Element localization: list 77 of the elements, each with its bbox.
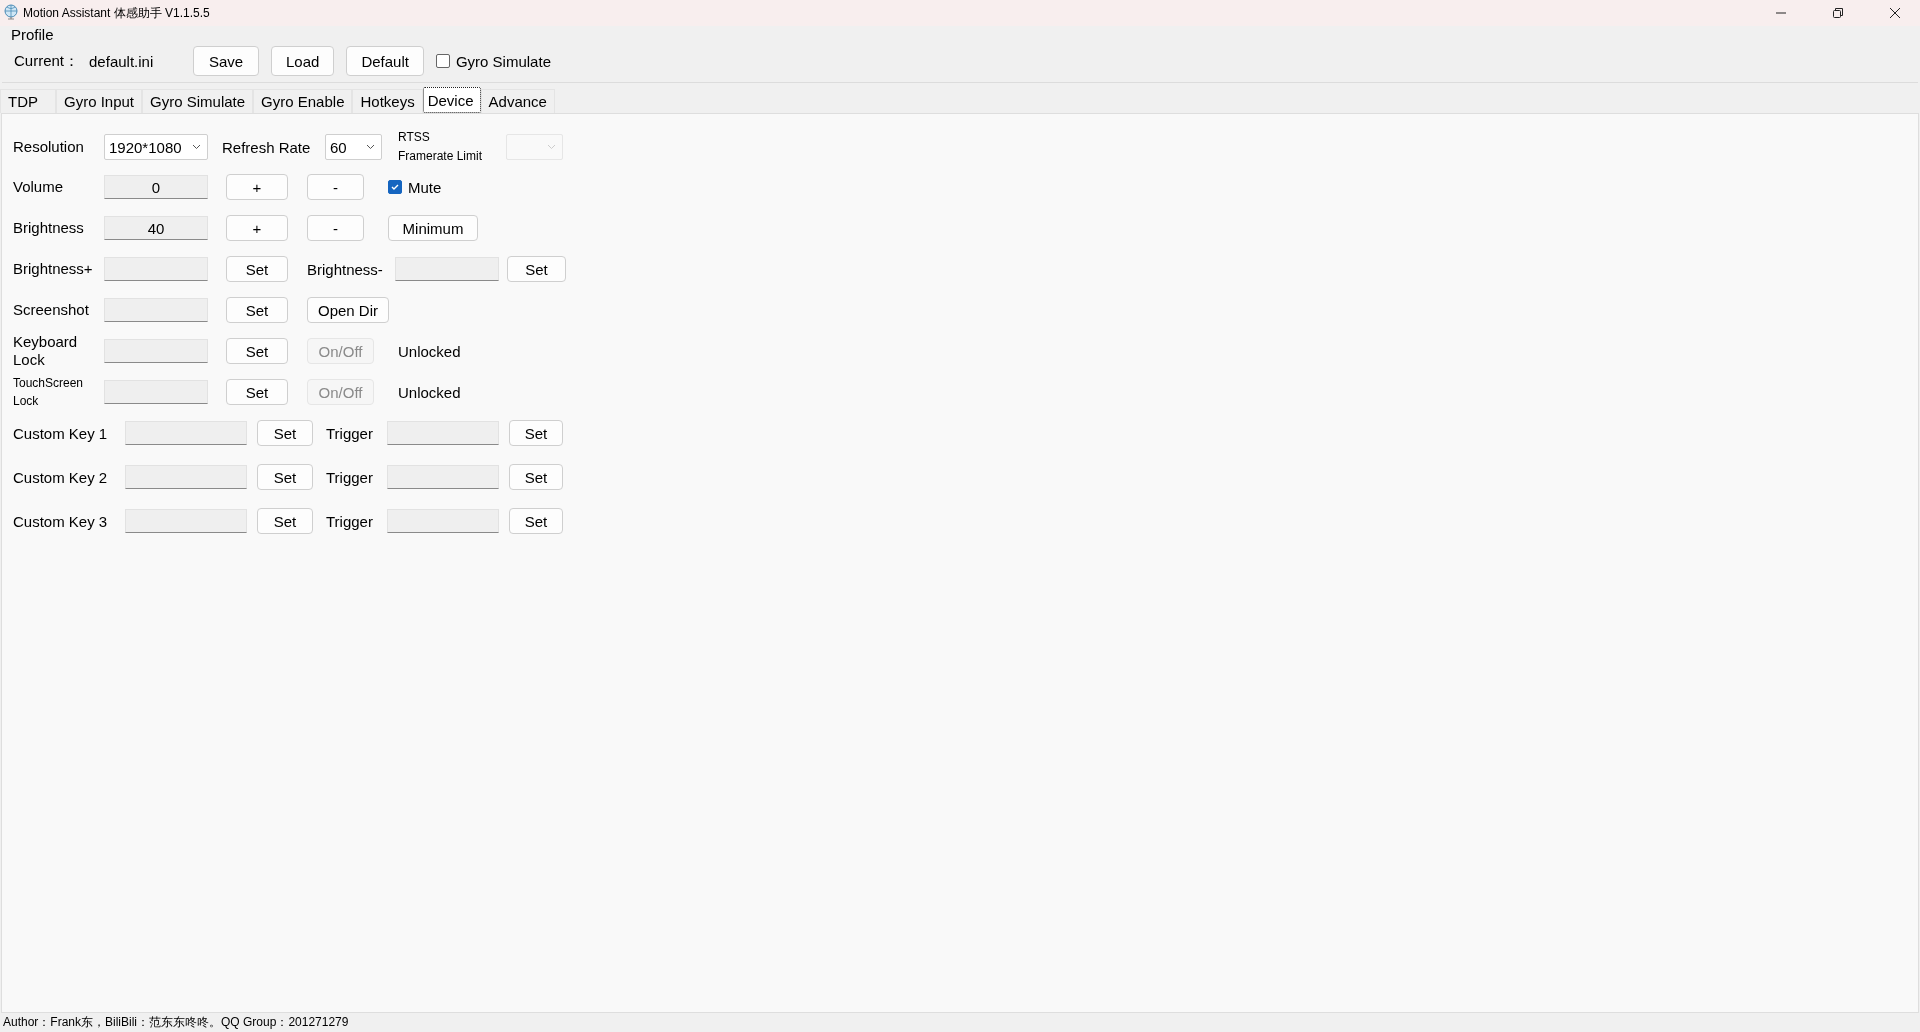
resolution-dropdown[interactable]: 1920*1080	[104, 134, 208, 160]
trigger-field[interactable]	[387, 509, 499, 533]
restore-icon[interactable]	[1832, 7, 1844, 19]
set-button[interactable]: Set	[509, 420, 563, 446]
key-field[interactable]	[125, 509, 247, 533]
field-label: Keyboard Lock	[13, 333, 79, 369]
field-label: TouchScreen Lock	[13, 375, 85, 410]
field-label: Custom Key 3	[13, 512, 109, 530]
set-button[interactable]: Set	[226, 297, 288, 323]
checkbox-label: Gyro Simulate	[455, 52, 551, 70]
field-label: Brightness-	[307, 260, 384, 278]
checkbox[interactable]	[388, 180, 402, 194]
chevron-icon	[547, 144, 556, 150]
increase-button[interactable]: +	[226, 215, 288, 241]
author-info: Author：Frank东，BiliBili：范东东咚咚。QQ Group：201271279	[3, 1014, 349, 1031]
checkbox[interactable]	[435, 54, 450, 68]
trigger-field[interactable]	[387, 421, 499, 445]
volume-field[interactable]: 0	[104, 175, 208, 199]
set-button[interactable]: Set	[257, 508, 313, 534]
set-button[interactable]: Set	[226, 338, 288, 364]
increase-button[interactable]: +	[226, 174, 288, 200]
hotkey-field[interactable]	[104, 339, 208, 363]
profile-button[interactable]: Save	[193, 46, 260, 76]
tab[interactable]: TDP	[0, 89, 56, 113]
open-dir-button[interactable]: Open Dir	[307, 297, 389, 323]
field-label: Trigger	[326, 512, 374, 530]
set-button[interactable]: Set	[509, 508, 563, 534]
tab[interactable]: Hotkeys	[352, 89, 423, 113]
set-button[interactable]: Set	[509, 464, 563, 490]
current-label: Current：	[14, 51, 80, 71]
tab[interactable]: Device	[422, 87, 481, 113]
field-label: Custom Key 1	[13, 424, 109, 442]
hotkey-field[interactable]	[104, 380, 208, 404]
checkmark-icon	[390, 182, 400, 192]
field-label: Framerate Limit	[398, 148, 484, 165]
tab[interactable]: Advance	[480, 89, 555, 113]
chevron-icon	[366, 144, 375, 150]
field-label: Resolution	[13, 138, 85, 156]
decrease-button[interactable]: -	[307, 215, 364, 241]
chevron-icon	[192, 144, 201, 150]
field-label: Brightness+	[13, 260, 94, 278]
close-icon[interactable]	[1889, 7, 1901, 19]
set-button[interactable]: Set	[257, 420, 313, 446]
set-button[interactable]: Set	[226, 379, 288, 405]
field-label: Brightness	[13, 219, 85, 237]
field-label: Trigger	[326, 468, 374, 486]
lock-status: Unlocked	[398, 383, 461, 401]
current-profile: default.ini	[89, 52, 155, 70]
minimum-button[interactable]: Minimum	[388, 215, 478, 241]
tab[interactable]: Gyro Enable	[253, 89, 353, 113]
checkbox-label: Mute	[408, 178, 442, 196]
tab[interactable]: Gyro Simulate	[142, 89, 254, 113]
set-button[interactable]: Set	[507, 256, 566, 282]
trigger-field[interactable]	[387, 465, 499, 489]
decrease-button[interactable]: -	[307, 174, 364, 200]
brightness-field[interactable]: 40	[104, 216, 208, 240]
field-label: RTSS	[398, 129, 431, 146]
set-button[interactable]: Set	[257, 464, 313, 490]
profile-button[interactable]: Load	[271, 46, 335, 76]
window-title: Motion Assistant 体感助手 V1.1.5.5	[23, 4, 210, 22]
globe-icon	[3, 4, 19, 22]
field-label: Custom Key 2	[13, 468, 109, 486]
key-field[interactable]	[125, 421, 247, 445]
group-title: Profile	[11, 26, 54, 43]
key-field[interactable]	[125, 465, 247, 489]
lock-status: Unlocked	[398, 342, 461, 360]
hotkey-field[interactable]	[395, 257, 499, 281]
field-label: Volume	[13, 178, 65, 196]
set-button[interactable]: Set	[226, 256, 288, 282]
hotkey-field[interactable]	[104, 298, 208, 322]
hotkey-field[interactable]	[104, 257, 208, 281]
field-label: Screenshot	[13, 301, 90, 319]
tab[interactable]: Gyro Input	[56, 89, 143, 113]
refresh-rate-dropdown[interactable]: 60	[325, 134, 382, 160]
field-label: Refresh Rate	[222, 138, 312, 156]
profile-button[interactable]: Default	[346, 46, 424, 76]
field-label: Trigger	[326, 424, 374, 442]
